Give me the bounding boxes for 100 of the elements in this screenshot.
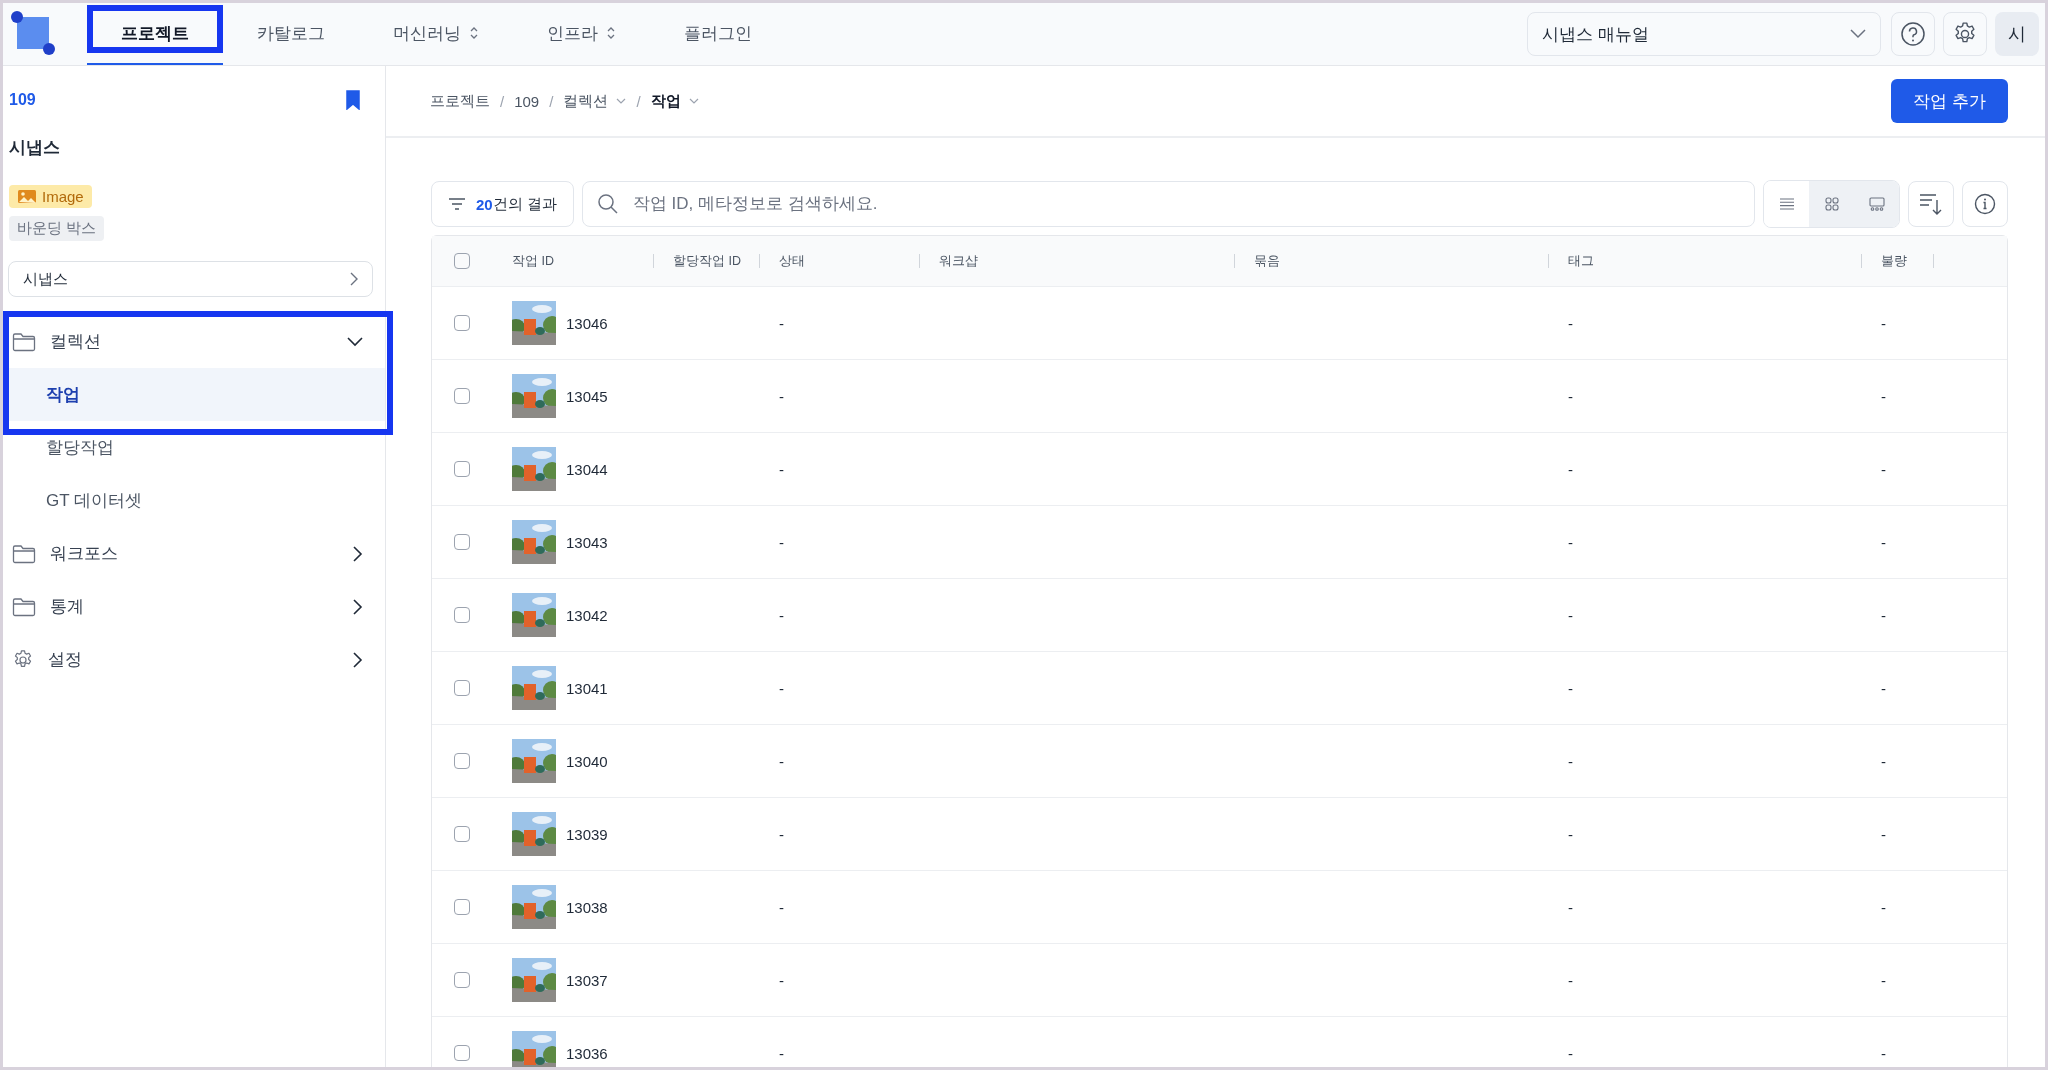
info-button[interactable] — [1962, 181, 2008, 227]
breadcrumb-link[interactable]: 109 — [514, 92, 540, 110]
table-cell: - — [779, 679, 784, 697]
nav-item[interactable]: 컬렉션 — [6, 315, 385, 368]
row-checkbox[interactable] — [454, 315, 470, 331]
breadcrumb-link[interactable]: 컬렉션 — [563, 91, 627, 111]
row-checkbox[interactable] — [454, 753, 470, 769]
table-cell: - — [1568, 752, 1573, 770]
task-id: 13042 — [566, 606, 608, 624]
nav-tab[interactable]: 머신러닝 — [359, 3, 513, 65]
table-cell: - — [779, 460, 784, 478]
column-header: 불량 — [1881, 252, 1907, 270]
table-cell: - — [1568, 314, 1573, 332]
row-checkbox[interactable] — [454, 826, 470, 842]
user-avatar[interactable]: 시 — [1995, 12, 2039, 56]
table-cell: - — [1568, 387, 1573, 405]
add-task-button[interactable]: 작업 추가 — [1891, 79, 2008, 123]
table-cell: - — [1881, 752, 1886, 770]
table-cell: - — [1881, 606, 1886, 624]
table-cell: - — [1881, 314, 1886, 332]
bookmark-icon[interactable] — [345, 90, 361, 110]
table-cell: - — [779, 606, 784, 624]
table-cell: - — [1881, 971, 1886, 989]
task-id: 13036 — [566, 1044, 608, 1062]
row-checkbox[interactable] — [454, 972, 470, 988]
breadcrumb-link[interactable]: 프로젝트 — [430, 91, 490, 111]
search-icon — [596, 193, 619, 215]
column-header: 작업 ID — [512, 252, 554, 270]
sort-caret-icon — [469, 26, 479, 40]
breadcrumb-separator: / — [549, 92, 554, 110]
view-toggle[interactable] — [1809, 181, 1854, 227]
table-cell: - — [779, 971, 784, 989]
nav-tab[interactable]: 플러그인 — [650, 3, 786, 65]
chevron-down-icon — [688, 98, 699, 104]
column-header: 상태 — [779, 252, 805, 270]
filter-button[interactable]: 20건의 결과 — [431, 181, 574, 227]
project-select[interactable]: 시냅스 — [8, 261, 373, 297]
tag: 바운딩 박스 — [9, 216, 105, 241]
breadcrumb-link[interactable]: 작업 — [650, 91, 699, 111]
chevron-right-icon — [350, 272, 358, 286]
nav-tab[interactable]: 프로젝트 — [87, 3, 223, 65]
task-id: 13037 — [566, 971, 608, 989]
chevron-down-icon — [1850, 29, 1866, 39]
task-id: 13045 — [566, 387, 608, 405]
table-cell: - — [1568, 1044, 1573, 1062]
search-input[interactable]: 작업 ID, 메타정보로 검색하세요. — [630, 193, 1740, 215]
nav-item[interactable]: 설정 — [6, 633, 385, 686]
row-checkbox[interactable] — [454, 899, 470, 915]
row-checkbox[interactable] — [454, 1045, 470, 1061]
table-cell: - — [779, 533, 784, 551]
nav-item[interactable]: 통계 — [6, 580, 385, 633]
task-id: 13039 — [566, 825, 608, 843]
table-cell: - — [779, 314, 784, 332]
grid-icon — [1824, 197, 1839, 211]
row-checkbox[interactable] — [454, 607, 470, 623]
task-id: 13038 — [566, 898, 608, 916]
row-checkbox[interactable] — [454, 388, 470, 404]
folder-icon — [12, 331, 36, 352]
table-cell: - — [1881, 533, 1886, 551]
nav-subitem[interactable]: 할당작업 — [6, 421, 385, 474]
table-cell: - — [779, 387, 784, 405]
select-all-checkbox[interactable] — [454, 253, 470, 269]
table-cell: - — [1568, 825, 1573, 843]
settings-button[interactable] — [1943, 12, 1987, 56]
table-cell: - — [1568, 533, 1573, 551]
breadcrumb-separator: / — [636, 92, 641, 110]
table-cell: - — [1881, 679, 1886, 697]
filter-icon — [448, 198, 466, 210]
nav-subitem[interactable]: 작업 — [6, 368, 385, 421]
table-cell: - — [779, 1044, 784, 1062]
sort-caret-icon — [606, 26, 616, 40]
table-cell: - — [1881, 460, 1886, 478]
table-cell: - — [779, 898, 784, 916]
nav-subitem[interactable]: GT 데이터셋 — [6, 474, 385, 527]
manual-select[interactable]: 시냅스 매뉴얼 — [1527, 12, 1881, 56]
table-cell: - — [779, 825, 784, 843]
search-field[interactable]: 작업 ID, 메타정보로 검색하세요. — [581, 181, 1755, 227]
help-button[interactable] — [1891, 12, 1935, 56]
row-checkbox[interactable] — [454, 461, 470, 477]
folder-icon — [12, 543, 36, 564]
task-id: 13046 — [566, 314, 608, 332]
column-header: 할당작업 ID — [673, 252, 741, 270]
sort-button[interactable] — [1908, 181, 1954, 227]
folder-icon — [12, 596, 36, 617]
table-cell: - — [1881, 825, 1886, 843]
view-toggle[interactable] — [1854, 181, 1899, 227]
table-cell: - — [1568, 898, 1573, 916]
row-checkbox[interactable] — [454, 680, 470, 696]
gallery-icon — [1868, 197, 1885, 211]
nav-item[interactable]: 워크포스 — [6, 527, 385, 580]
chevron-down-icon — [616, 98, 627, 104]
chevron-down-icon — [347, 336, 363, 347]
row-checkbox[interactable] — [454, 534, 470, 550]
table-cell: - — [1568, 460, 1573, 478]
nav-tab[interactable]: 카탈로그 — [223, 3, 359, 65]
column-header: 태그 — [1568, 252, 1594, 270]
task-id: 13044 — [566, 460, 608, 478]
column-header: 워크샵 — [939, 252, 978, 270]
nav-tab[interactable]: 인프라 — [513, 3, 650, 65]
project-name: 시냅스 — [9, 137, 61, 159]
